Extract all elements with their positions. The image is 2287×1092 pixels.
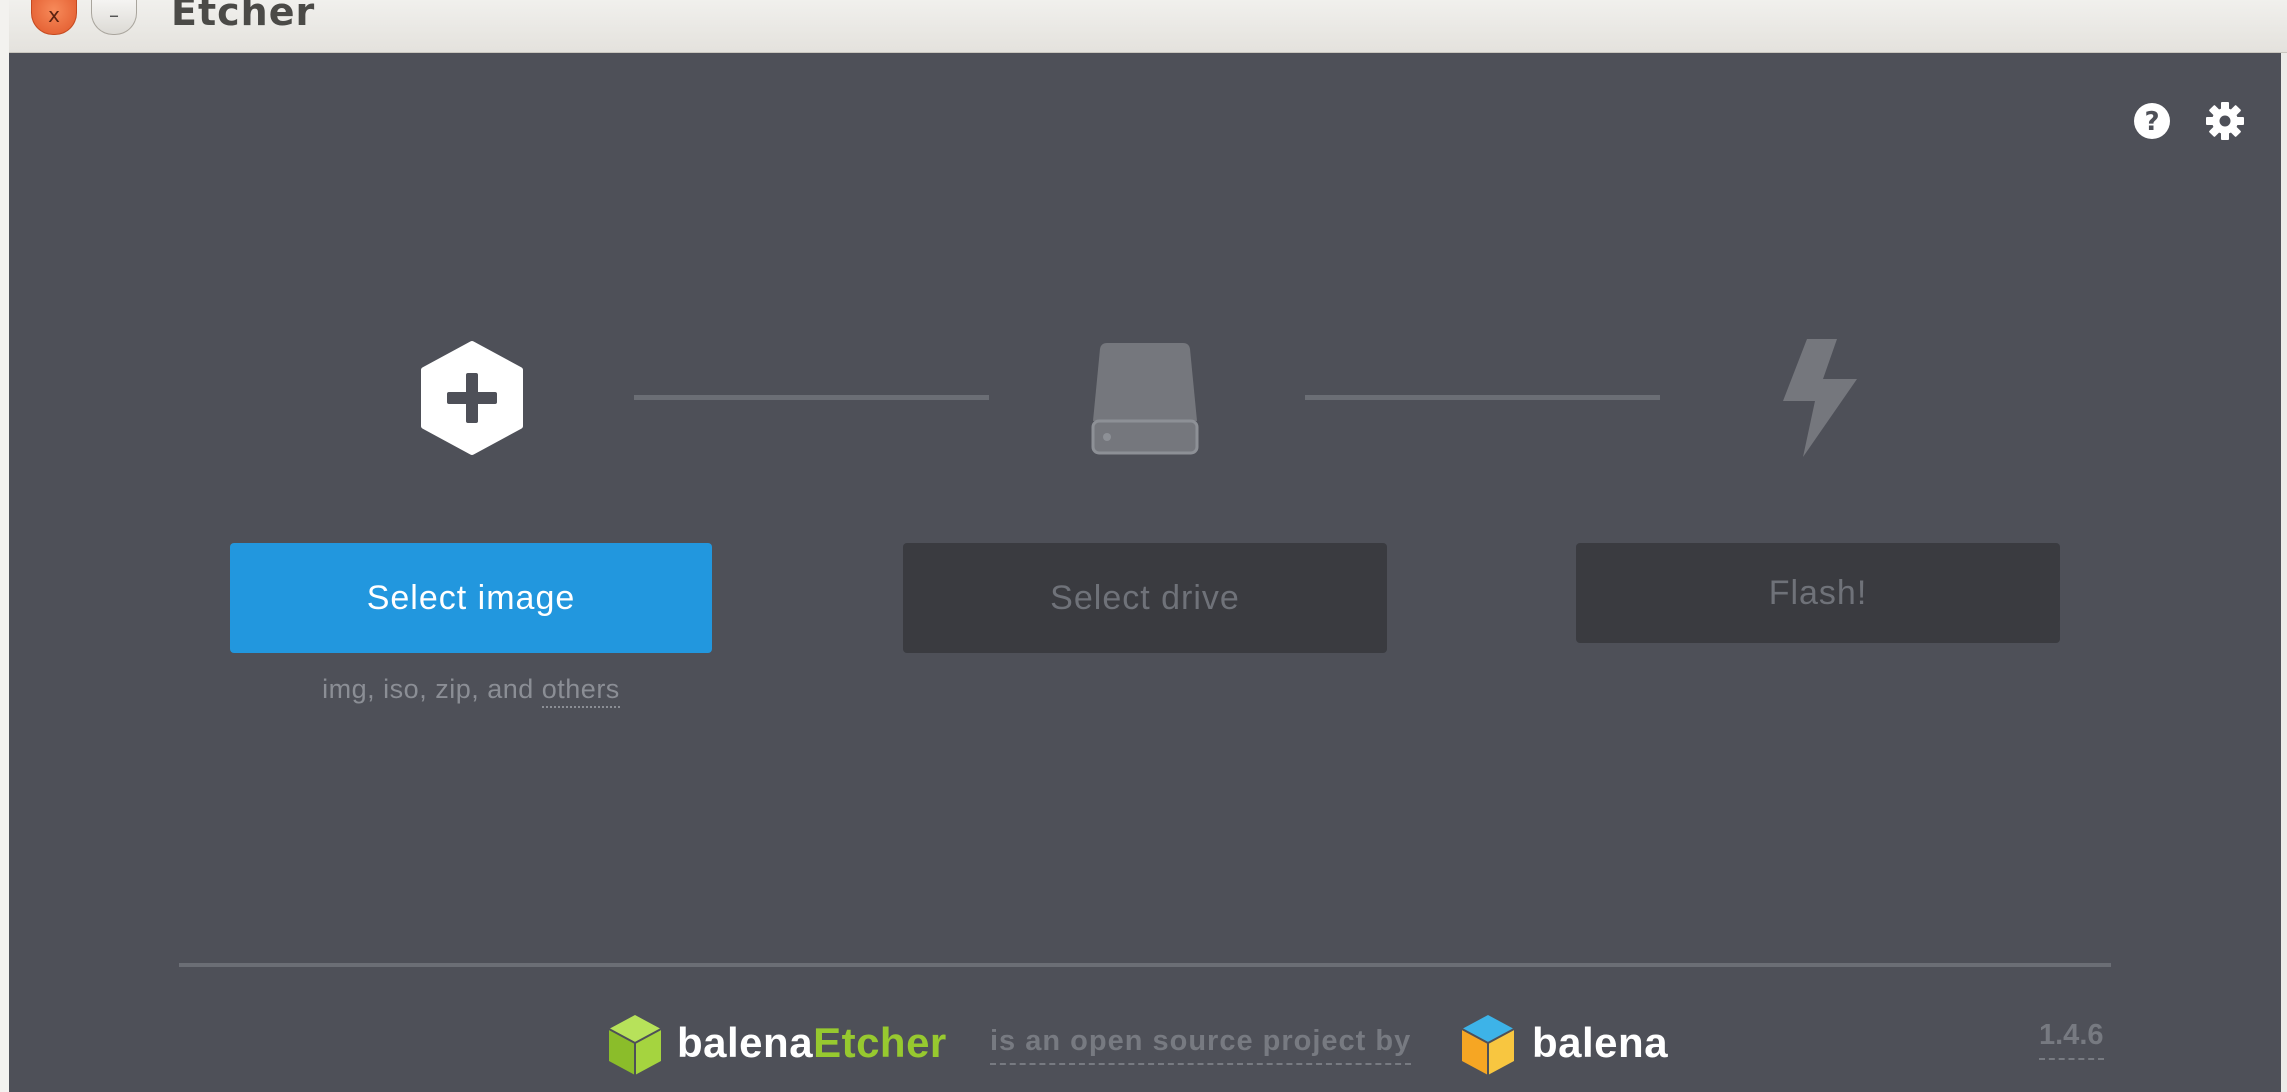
select-drive-button[interactable]: Select drive [903, 543, 1387, 653]
brand-accent: Etcher [813, 1019, 947, 1066]
other-formats-link[interactable]: others [541, 674, 620, 708]
app-main: ? Select image Select drive Flash! img, … [9, 53, 2287, 1092]
svg-text:?: ? [2144, 107, 2159, 137]
hexagon-plus-icon[interactable] [417, 340, 527, 456]
balena-etcher-logo-icon[interactable] [606, 1013, 664, 1077]
footer-divider [179, 963, 2111, 967]
supported-formats-hint: img, iso, zip, and others [230, 674, 712, 708]
step-connector [634, 395, 989, 400]
window-right-edge [2281, 53, 2287, 1092]
gear-icon[interactable] [2205, 101, 2245, 141]
window-minimize-button[interactable]: – [91, 0, 137, 35]
footer-tagline: is an open source project by [990, 1025, 1412, 1065]
window-titlebar: x – Etcher [9, 0, 2287, 53]
flash-button[interactable]: Flash! [1576, 543, 2060, 643]
help-icon[interactable]: ? [2132, 101, 2172, 141]
step-connector [1305, 395, 1660, 400]
supported-formats-text: img, iso, zip, and [322, 674, 542, 704]
open-source-link[interactable]: is an open source project by [990, 1025, 1412, 1065]
version-link[interactable]: 1.4.6 [2039, 1019, 2104, 1060]
select-image-button[interactable]: Select image [230, 543, 712, 653]
window-title: Etcher [171, 0, 316, 34]
balena-logo-icon[interactable] [1459, 1013, 1517, 1077]
drive-icon [1089, 339, 1201, 457]
brand-prefix: balena [677, 1019, 814, 1066]
balena-wordmark[interactable]: balena [1532, 1019, 1668, 1067]
lightning-bolt-icon [1777, 337, 1863, 459]
window-close-button[interactable]: x [31, 0, 77, 35]
balena-etcher-wordmark[interactable]: balenaEtcher [677, 1019, 947, 1067]
